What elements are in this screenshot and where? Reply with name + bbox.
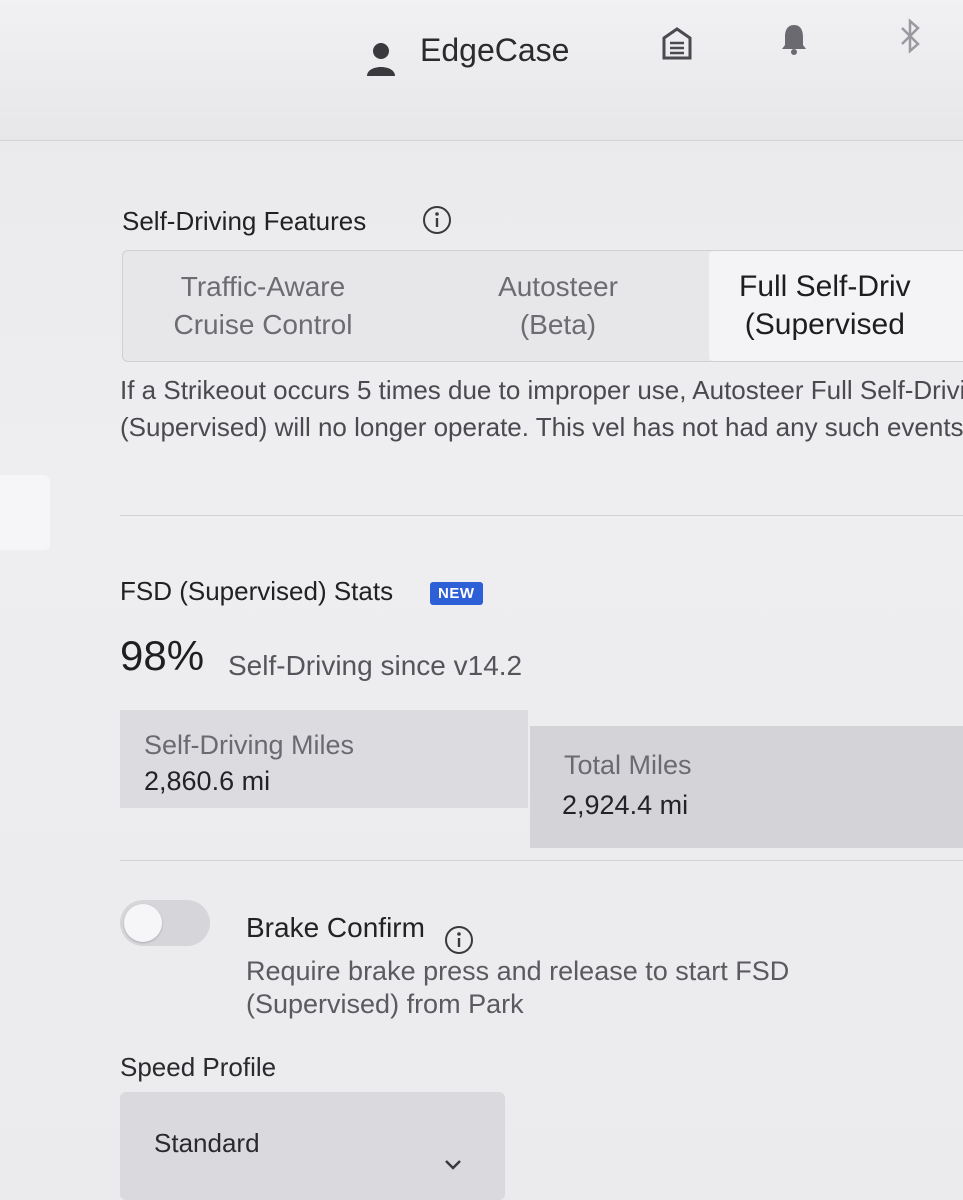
self-driving-miles-card: Self-Driving Miles 2,860.6 mi — [120, 710, 528, 808]
self-driving-percent: 98% — [120, 632, 205, 679]
option-traffic-aware-cruise-control[interactable]: Traffic-Aware Cruise Control — [123, 251, 403, 361]
brake-confirm-description: Require brake press and release to start… — [246, 956, 790, 1019]
self-driving-title: Self-Driving Features — [122, 206, 367, 236]
info-icon[interactable] — [444, 925, 474, 955]
total-miles-value: 2,924.4 mi — [562, 790, 689, 820]
brake-confirm-title: Brake Confirm — [246, 912, 425, 943]
bell-icon[interactable] — [780, 22, 808, 56]
fsd-stats-title: FSD (Supervised) Stats — [120, 576, 394, 606]
divider — [120, 860, 963, 861]
chevron-down-icon — [445, 1160, 461, 1170]
option-autosteer[interactable]: Autosteer (Beta) — [413, 251, 703, 361]
speed-profile-label: Speed Profile — [120, 1052, 277, 1082]
brake-confirm-toggle[interactable] — [120, 900, 210, 946]
speed-profile-value: Standard — [154, 1128, 260, 1158]
top-bar: EdgeCase — [0, 0, 963, 141]
side-panel-handle[interactable] — [0, 475, 50, 550]
strikeout-description: If a Strikeout occurs 5 times due to imp… — [120, 375, 963, 442]
speed-profile-select[interactable]: Standard — [120, 1092, 505, 1200]
screen: EdgeCase Self-Driving Features Traffic-A… — [0, 0, 963, 1200]
user-name[interactable]: EdgeCase — [420, 32, 569, 69]
total-miles-label: Total Miles — [564, 750, 692, 780]
self-driving-segmented-control: Traffic-Aware Cruise Control Autosteer (… — [122, 250, 963, 362]
toggle-knob — [124, 904, 162, 942]
new-badge: NEW — [430, 582, 483, 605]
info-icon[interactable] — [422, 205, 452, 235]
garage-icon[interactable] — [662, 26, 692, 60]
divider — [120, 515, 963, 516]
total-miles-card: Total Miles 2,924.4 mi — [530, 726, 963, 848]
person-icon[interactable] — [366, 42, 396, 76]
option-full-self-driving[interactable]: Full Self-Driv (Supervised — [709, 251, 963, 361]
self-driving-miles-value: 2,860.6 mi — [144, 766, 271, 796]
self-driving-miles-label: Self-Driving Miles — [144, 730, 355, 760]
bluetooth-icon[interactable] — [898, 18, 922, 54]
self-driving-percent-label: Self-Driving since v14.2 — [228, 650, 523, 681]
